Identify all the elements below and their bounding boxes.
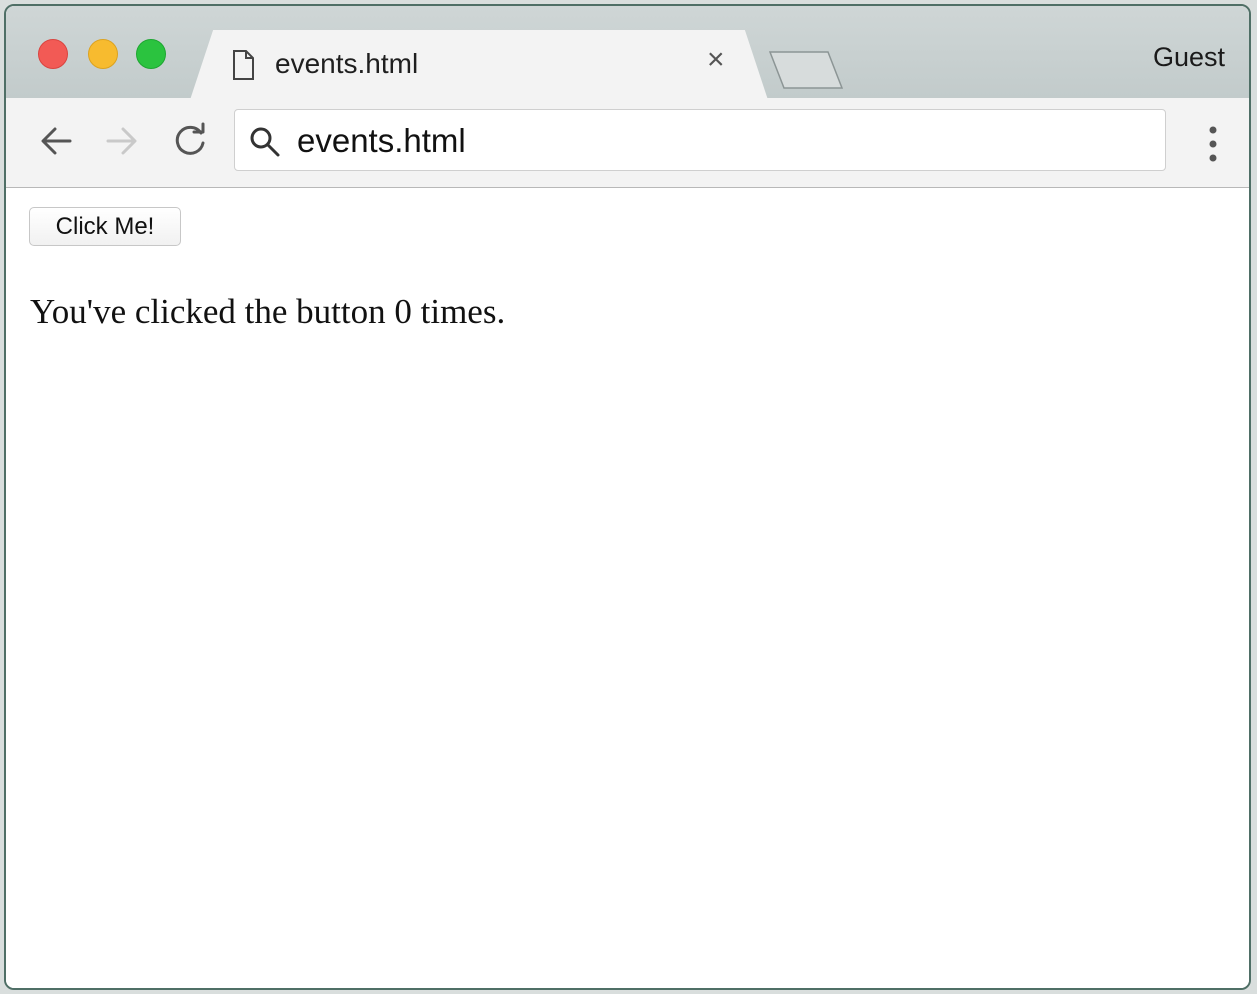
title-bar: events.html × Guest [6, 6, 1249, 100]
click-count-message: You've clicked the button 0 times. [30, 292, 506, 331]
address-text[interactable]: events.html [297, 122, 466, 160]
close-window-icon[interactable] [38, 39, 68, 69]
new-tab-button[interactable] [768, 50, 844, 90]
document-icon [233, 50, 254, 80]
minimize-window-icon[interactable] [88, 39, 118, 69]
kebab-menu-icon[interactable] [1207, 124, 1219, 164]
browser-window: events.html × Guest events.html Click Me… [4, 4, 1251, 990]
zoom-window-icon[interactable] [136, 39, 166, 69]
reload-icon[interactable] [170, 121, 210, 161]
forward-arrow-icon[interactable] [102, 121, 142, 161]
back-arrow-icon[interactable] [36, 121, 76, 161]
search-icon [250, 127, 280, 157]
close-tab-icon[interactable]: × [707, 45, 725, 75]
toolbar: events.html [6, 98, 1249, 188]
tab-title: events.html [275, 48, 419, 79]
click-me-button[interactable]: Click Me! [29, 207, 181, 246]
page-content: Click Me! You've clicked the button 0 ti… [6, 188, 1249, 988]
address-bar[interactable]: events.html [234, 109, 1166, 171]
profile-label[interactable]: Guest [1153, 42, 1225, 73]
tab-events[interactable]: events.html × [190, 30, 768, 100]
